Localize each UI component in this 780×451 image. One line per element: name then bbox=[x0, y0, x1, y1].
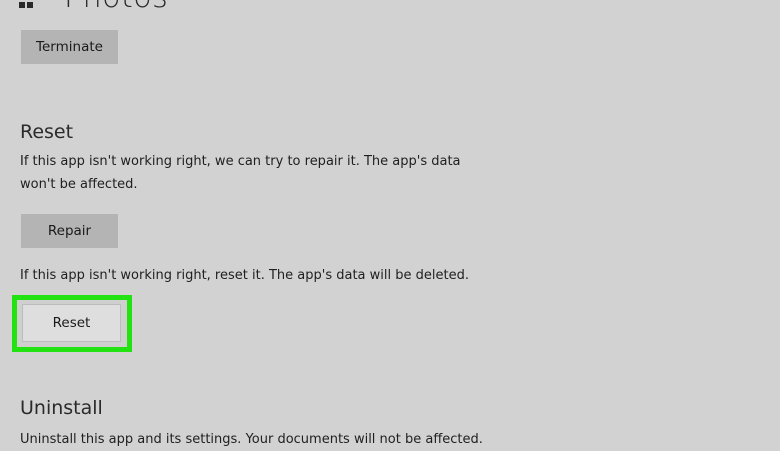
reset-button[interactable]: Reset bbox=[22, 304, 121, 342]
reset-section-heading: Reset bbox=[20, 121, 74, 143]
terminate-button[interactable]: Terminate bbox=[21, 30, 118, 64]
reset-description: If this app isn't working right, reset i… bbox=[20, 268, 469, 283]
uninstall-section-heading: Uninstall bbox=[20, 397, 103, 419]
repair-button[interactable]: Repair bbox=[21, 214, 118, 248]
repair-description: If this app isn't working right, we can … bbox=[20, 154, 461, 192]
app-title: Photos bbox=[64, 0, 168, 18]
apps-grid-icon bbox=[19, 2, 33, 8]
